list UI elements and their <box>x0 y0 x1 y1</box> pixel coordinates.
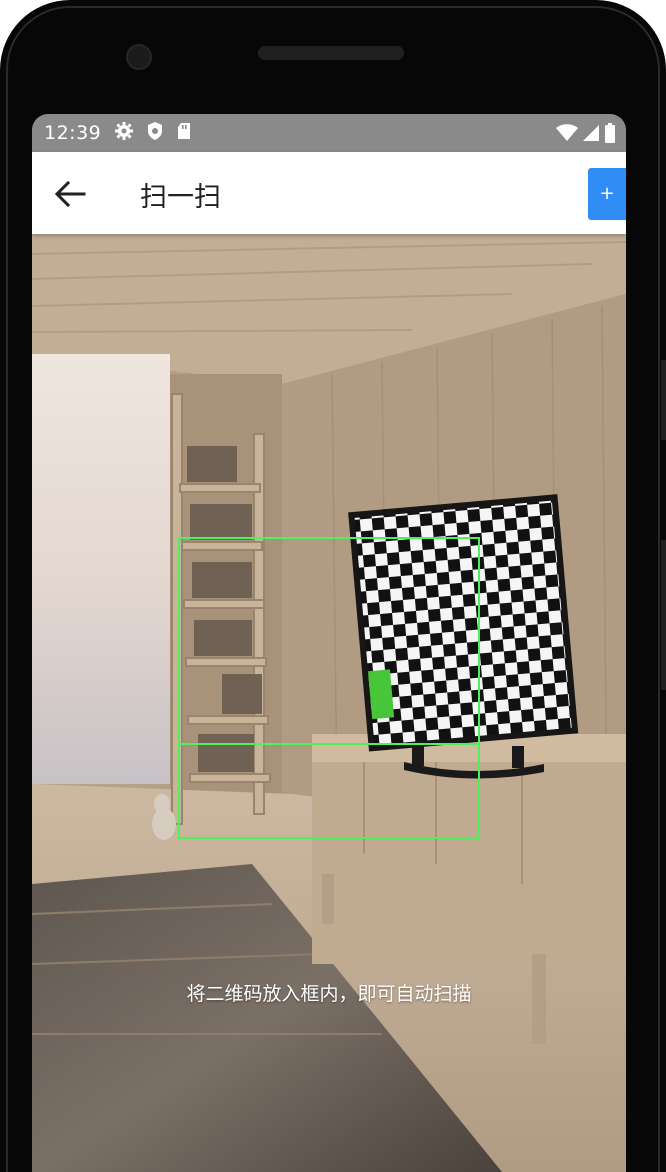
back-button[interactable] <box>50 174 90 214</box>
sd-card-icon <box>178 123 190 139</box>
app-bar: 扫一扫 + <box>32 152 626 234</box>
scan-frame <box>178 537 480 839</box>
scan-line <box>178 743 480 745</box>
wifi-icon <box>556 124 578 141</box>
shield-icon <box>148 122 162 140</box>
page-title: 扫一扫 <box>140 182 221 213</box>
front-camera <box>126 44 152 70</box>
scan-hint: 将二维码放入框内，即可自动扫描 <box>186 983 472 1005</box>
add-button[interactable]: + <box>588 168 626 220</box>
phone-frame: 12:39 扫一扫 + 将二维码放入框内，即可自动扫描 <box>0 0 666 1172</box>
power-button <box>661 540 666 690</box>
camera-preview: 将二维码放入框内，即可自动扫描 <box>32 234 626 1172</box>
earpiece-speaker <box>258 46 404 60</box>
device-screen: 12:39 扫一扫 + 将二维码放入框内，即可自动扫描 <box>32 114 626 1172</box>
gear-icon <box>115 122 133 140</box>
status-right-icons <box>556 123 616 143</box>
volume-button <box>661 360 666 440</box>
status-time: 12:39 <box>44 122 102 144</box>
battery-icon <box>605 123 615 143</box>
status-bar: 12:39 <box>32 114 626 152</box>
arrow-left-icon <box>54 180 86 208</box>
status-left-icons <box>114 120 192 142</box>
signal-icon <box>583 125 599 141</box>
